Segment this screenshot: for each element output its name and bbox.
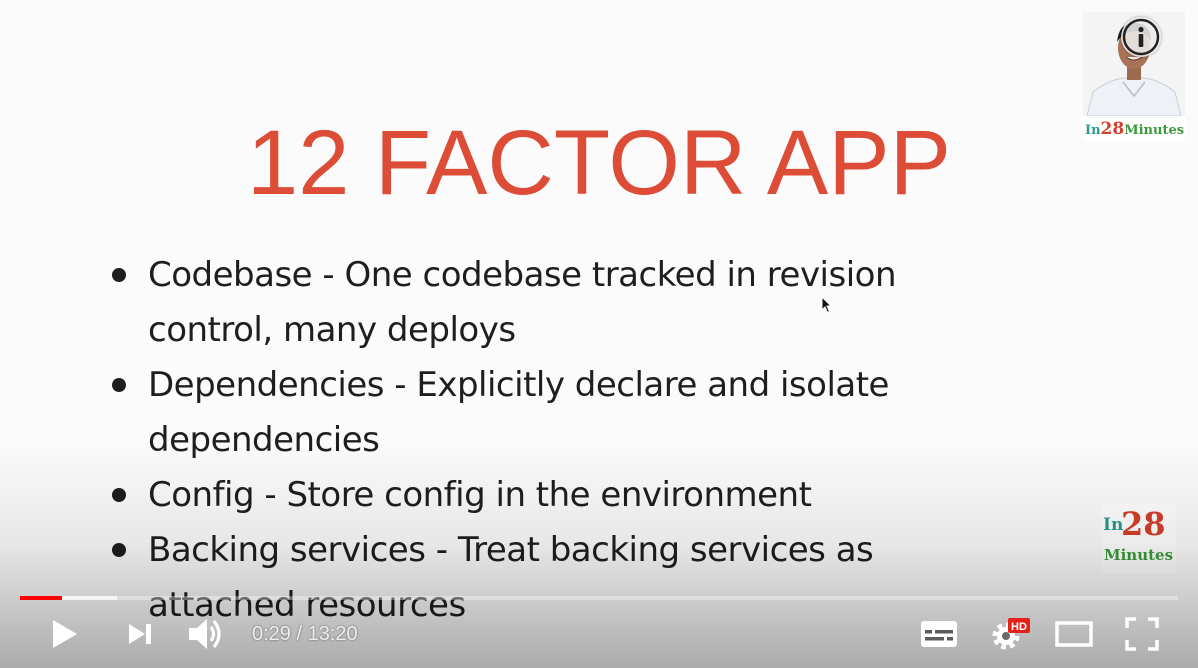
corner-logo: In28Minutes xyxy=(1085,120,1184,140)
theater-mode-button[interactable] xyxy=(1054,617,1094,651)
bullet-dot xyxy=(112,543,126,557)
slide-title: 12 FACTOR APP xyxy=(247,112,951,214)
subtitles-button[interactable] xyxy=(920,617,958,651)
fullscreen-button[interactable] xyxy=(1124,616,1160,652)
bullet-dot xyxy=(112,378,126,392)
next-button[interactable] xyxy=(122,616,158,652)
bullet-item: Dependencies - Explicitly declare and is… xyxy=(110,358,990,468)
time-display: 0:29 / 13:20 xyxy=(252,620,358,648)
corner-logo-suffix: Minutes xyxy=(1124,123,1185,138)
bullet-text-line1: Dependencies - Explicitly declare and is… xyxy=(148,365,889,405)
play-icon xyxy=(53,620,77,648)
bullet-item: Backing services - Treat backing service… xyxy=(110,523,990,633)
bullet-text-line1: Backing services - Treat backing service… xyxy=(148,530,874,570)
slide-bullet-list: Codebase - One codebase tracked in revis… xyxy=(110,248,990,633)
progress-bar[interactable] xyxy=(20,596,1178,600)
info-icon xyxy=(1122,18,1160,56)
subtitles-icon xyxy=(921,621,957,647)
bullet-dot xyxy=(112,488,126,502)
bullet-text-line2: dependencies xyxy=(148,420,380,460)
duration: 13:20 xyxy=(307,623,358,645)
next-icon xyxy=(129,624,151,644)
volume-button[interactable] xyxy=(186,614,226,654)
hd-badge-text: HD xyxy=(1011,621,1027,633)
bullet-text-line2: control, many deploys xyxy=(148,310,516,350)
mouse-cursor-icon xyxy=(821,296,833,314)
watermark-suffix: Minutes xyxy=(1104,546,1174,564)
corner-logo-number: 28 xyxy=(1100,119,1125,139)
bullet-text-line1: Config - Store config in the environment xyxy=(148,475,812,515)
bullet-item: Config - Store config in the environment xyxy=(110,468,990,523)
bullet-text-line1: Codebase - One codebase tracked in revis… xyxy=(148,255,897,295)
progress-played xyxy=(20,596,63,600)
bullet-item: Codebase - One codebase tracked in revis… xyxy=(110,248,990,358)
bullet-dot xyxy=(112,268,126,282)
info-button[interactable] xyxy=(1121,17,1161,57)
settings-button[interactable]: HD xyxy=(986,614,1032,654)
watermark-logo: In 28 Minutes xyxy=(1101,504,1176,574)
volume-icon xyxy=(189,619,221,649)
corner-logo-prefix: In xyxy=(1085,123,1101,138)
current-time: 0:29 xyxy=(252,623,291,645)
time-separator: / xyxy=(290,623,308,645)
watermark-number: 28 xyxy=(1121,505,1166,543)
play-button[interactable] xyxy=(44,614,84,654)
video-player[interactable]: 12 FACTOR APP Codebase - One codebase tr… xyxy=(0,0,1198,668)
theater-mode-icon xyxy=(1055,621,1093,647)
fullscreen-icon xyxy=(1125,617,1159,651)
